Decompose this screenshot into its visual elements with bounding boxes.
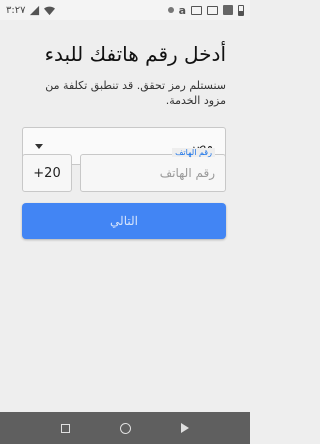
next-button[interactable]: التالي — [22, 203, 226, 239]
square-outline-icon — [191, 5, 202, 15]
notification-square-icon — [223, 5, 233, 15]
country-code-field[interactable]: +20 — [22, 154, 72, 192]
battery-icon — [238, 4, 244, 16]
phone-number-label: رقم الهاتف — [172, 148, 215, 157]
page-subtitle: سنستلم رمز تحقق. قد تنطبق تكلفة من مزود … — [45, 79, 226, 107]
wifi-icon — [44, 6, 56, 15]
status-bar: ٣:٢٧ a — [0, 0, 250, 20]
dot-icon — [167, 7, 174, 13]
phone-number-input[interactable] — [81, 155, 225, 191]
phone-number-field[interactable]: رقم الهاتف — [80, 148, 226, 192]
navigation-bar — [0, 412, 250, 444]
recent-apps-icon[interactable] — [61, 423, 70, 433]
chevron-down-icon — [35, 143, 43, 149]
screen-icon — [207, 5, 218, 15]
signal-icon — [30, 5, 40, 15]
amazon-icon: a — [178, 3, 186, 17]
status-bar-left: ٣:٢٧ — [6, 4, 56, 16]
status-time: ٣:٢٧ — [6, 4, 26, 16]
page-title: أدخل رقم هاتفك للبدء — [44, 42, 226, 66]
status-bar-right: a — [167, 3, 244, 17]
home-icon[interactable] — [120, 422, 131, 434]
back-icon[interactable] — [181, 423, 189, 433]
